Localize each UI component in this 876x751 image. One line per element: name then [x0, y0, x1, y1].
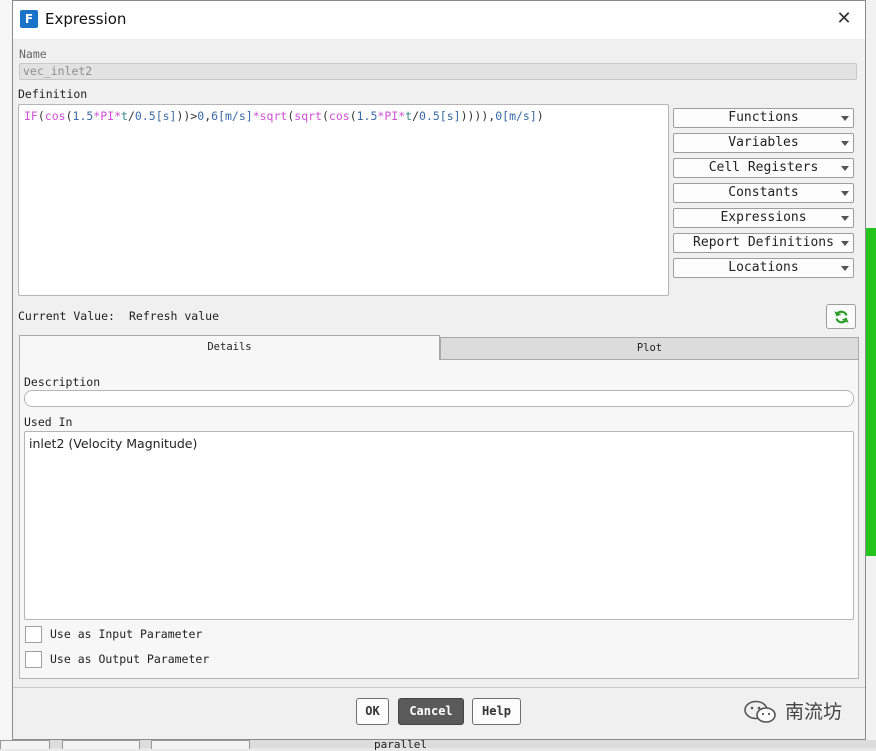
- constants-dropdown[interactable]: Constants: [673, 183, 854, 203]
- cell-registers-dropdown[interactable]: Cell Registers: [673, 158, 854, 178]
- refresh-button[interactable]: [826, 304, 856, 329]
- fluent-app-icon: F: [20, 10, 38, 28]
- expression-token: *: [114, 109, 122, 123]
- expression-token: 1.5: [72, 109, 94, 123]
- divider: [13, 687, 865, 688]
- chevron-down-icon: [841, 241, 849, 246]
- background-green-bar: [866, 228, 876, 556]
- expression-token: IF: [24, 109, 38, 123]
- expression-token: (: [65, 109, 73, 123]
- report-definitions-dropdown[interactable]: Report Definitions: [673, 233, 854, 253]
- expression-token: ))>: [176, 109, 198, 123]
- expression-token: /: [412, 109, 420, 123]
- tab-bar: Details Plot: [19, 335, 859, 360]
- expression-token: 0.5: [134, 109, 156, 123]
- name-label: Name: [19, 47, 47, 61]
- expression-token: ): [536, 109, 544, 123]
- close-icon[interactable]: ✕: [833, 7, 855, 31]
- dropdown-label: Cell Registers: [708, 160, 819, 175]
- expression-token: 1.5: [356, 109, 378, 123]
- locations-dropdown[interactable]: Locations: [673, 258, 854, 278]
- dropdown-label: Expressions: [720, 210, 807, 225]
- dropdown-label: Constants: [728, 185, 799, 200]
- refresh-icon: [834, 310, 849, 324]
- expression-token: PI: [100, 109, 115, 123]
- expression-token: cos: [44, 109, 66, 123]
- input-parameter-checkbox[interactable]: [25, 626, 42, 643]
- expressions-dropdown[interactable]: Expressions: [673, 208, 854, 228]
- functions-dropdown[interactable]: Functions: [673, 108, 854, 128]
- expression-token: sqrt: [259, 109, 288, 123]
- dropdown-label: Variables: [728, 135, 799, 150]
- tab-plot[interactable]: Plot: [440, 337, 859, 360]
- current-value: Refresh value: [129, 309, 220, 323]
- expression-token: )))),: [460, 109, 496, 123]
- chevron-down-icon: [841, 166, 849, 171]
- chevron-down-icon: [841, 266, 849, 271]
- background-app-bottom: parallel: [0, 738, 876, 751]
- current-value-label: Current Value:: [18, 309, 115, 323]
- variables-dropdown[interactable]: Variables: [673, 133, 854, 153]
- output-parameter-label: Use as Output Parameter: [50, 652, 210, 666]
- expression-token: /: [127, 109, 135, 123]
- expression-token: PI: [384, 109, 399, 123]
- expression-token: cos: [328, 109, 350, 123]
- dropdown-label: Locations: [728, 260, 799, 275]
- dropdown-label: Functions: [728, 110, 799, 125]
- expression-token: [s]: [155, 109, 177, 123]
- expression-dialog: F Expression ✕ Name vec_inlet2 Definitio…: [12, 0, 866, 740]
- ok-button[interactable]: OK: [356, 698, 389, 725]
- chevron-down-icon: [841, 116, 849, 121]
- description-label: Description: [24, 375, 101, 389]
- expression-token: *: [252, 109, 260, 123]
- used-in-list: inlet2 (Velocity Magnitude): [24, 431, 854, 620]
- expression-token: (: [37, 109, 45, 123]
- window-title: Expression: [45, 10, 127, 28]
- expression-token: t: [121, 109, 128, 123]
- definition-editor[interactable]: IF(cos(1.5*PI*t/0.5[s]))>0,6[m/s]*sqrt(s…: [18, 104, 669, 296]
- details-panel: Description Used In inlet2 (Velocity Mag…: [19, 360, 859, 679]
- description-input[interactable]: [24, 390, 854, 407]
- expression-token: 0.5: [419, 109, 440, 123]
- expression-token: (: [349, 109, 357, 123]
- output-parameter-checkbox[interactable]: [25, 651, 42, 668]
- definition-label: Definition: [18, 87, 88, 101]
- chevron-down-icon: [841, 141, 849, 146]
- expression-token: [m/s]: [502, 109, 537, 123]
- insert-menu-buttons: Functions Variables Cell Registers Constant…: [673, 108, 855, 283]
- help-button[interactable]: Help: [472, 698, 521, 725]
- expression-token: [s]: [439, 109, 461, 123]
- wechat-icon: [744, 700, 776, 723]
- tab-details[interactable]: Details: [19, 335, 440, 360]
- chevron-down-icon: [841, 191, 849, 196]
- chevron-down-icon: [841, 216, 849, 221]
- list-item[interactable]: inlet2 (Velocity Magnitude): [29, 436, 849, 451]
- used-in-label: Used In: [24, 415, 73, 429]
- watermark-text: 南流坊: [785, 701, 843, 723]
- cancel-button[interactable]: Cancel: [398, 698, 464, 725]
- title-bar: F Expression ✕: [13, 1, 865, 39]
- input-parameter-label: Use as Input Parameter: [50, 627, 203, 641]
- name-input[interactable]: vec_inlet2: [19, 63, 857, 80]
- expression-token: (: [321, 109, 329, 123]
- dropdown-label: Report Definitions: [693, 235, 834, 250]
- expression-token: [m/s]: [218, 109, 253, 123]
- expression-token: sqrt: [294, 109, 322, 123]
